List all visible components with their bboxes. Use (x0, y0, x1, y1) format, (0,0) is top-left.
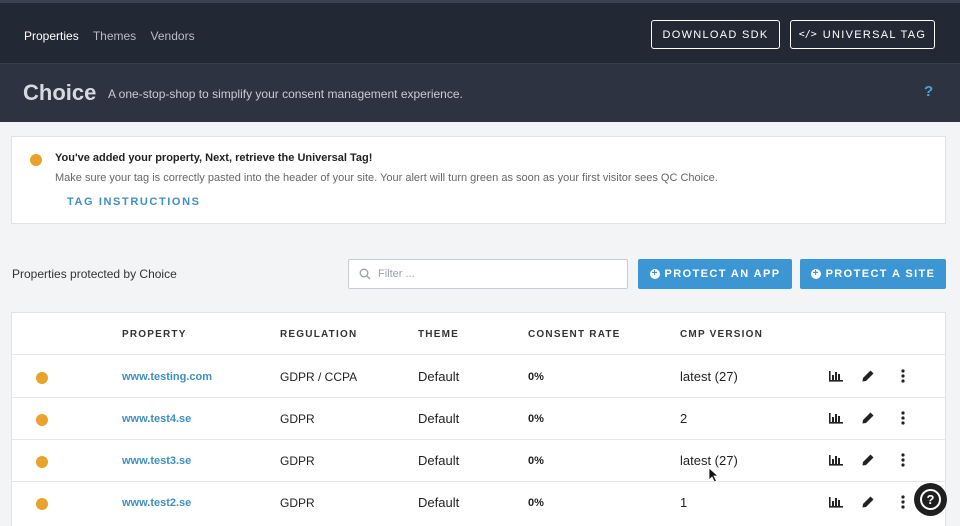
regulation-cell: GDPR (280, 454, 315, 468)
regulation-cell: GDPR (280, 496, 315, 510)
table-row: www.test3.se GDPR Default 0% latest (27) (12, 440, 945, 482)
alert-status-dot (30, 154, 42, 166)
table-row: www.testing.com GDPR / CCPA Default 0% l… (12, 356, 945, 398)
regulation-cell: GDPR / CCPA (280, 370, 358, 384)
main-nav: Properties Themes Vendors (24, 29, 206, 43)
question-icon: ? (920, 489, 941, 510)
cmp-version-cell: latest (27) (680, 369, 738, 384)
theme-cell: Default (418, 453, 460, 468)
filter-field[interactable] (348, 259, 628, 289)
help-chat-button[interactable]: ? (914, 483, 947, 516)
consent-rate-cell: 0% (528, 413, 544, 425)
protect-site-label: PROTECT A SITE (825, 268, 936, 280)
property-link[interactable]: www.test4.se (122, 413, 191, 425)
column-header-property[interactable]: PROPERTY (122, 329, 187, 340)
theme-cell: Default (418, 369, 460, 384)
plus-circle-icon: + (649, 269, 660, 279)
universal-tag-label: UNIVERSAL TAG (822, 28, 927, 41)
consent-rate-cell: 0% (528, 497, 544, 509)
nav-item-themes[interactable]: Themes (93, 29, 136, 43)
table-header: PROPERTY REGULATION THEME CONSENT RATE C… (12, 313, 945, 355)
theme-cell: Default (418, 495, 460, 510)
page-subtitle: A one-stop-shop to simplify your consent… (108, 87, 463, 101)
cmp-version-cell: 2 (680, 411, 688, 426)
pencil-icon[interactable] (861, 453, 875, 467)
alert-title: You've added your property, Next, retrie… (55, 152, 373, 164)
table-row: www.test4.se GDPR Default 0% 2 (12, 398, 945, 440)
setup-alert: You've added your property, Next, retrie… (11, 136, 946, 224)
bar-chart-icon[interactable] (828, 453, 844, 467)
bar-chart-icon[interactable] (828, 411, 844, 425)
status-dot (36, 414, 48, 426)
properties-table: PROPERTY REGULATION THEME CONSENT RATE C… (11, 312, 946, 526)
top-navbar: Properties Themes Vendors DOWNLOAD SDK <… (0, 0, 960, 63)
mouse-cursor-icon (708, 467, 719, 483)
kebab-menu-icon[interactable] (900, 453, 906, 467)
table-row: www.test2.se GDPR Default 0% 1 (12, 482, 945, 524)
cmp-version-cell: latest (27) (680, 453, 738, 468)
status-dot (36, 498, 48, 510)
tag-instructions-link[interactable]: TAG INSTRUCTIONS (67, 196, 201, 208)
plus-circle-icon: + (810, 269, 821, 279)
column-header-regulation[interactable]: REGULATION (280, 329, 357, 340)
page-header: Choice A one-stop-shop to simplify your … (0, 63, 960, 122)
cmp-version-cell: 1 (680, 495, 688, 510)
nav-item-vendors[interactable]: Vendors (151, 29, 195, 43)
status-dot (36, 372, 48, 384)
consent-rate-cell: 0% (528, 371, 544, 383)
status-dot (36, 456, 48, 468)
pencil-icon[interactable] (861, 369, 875, 383)
pencil-icon[interactable] (861, 495, 875, 509)
properties-section-label: Properties protected by Choice (12, 267, 177, 281)
code-icon: </> (798, 29, 817, 40)
protect-app-label: PROTECT AN APP (664, 268, 781, 280)
consent-rate-cell: 0% (528, 455, 544, 467)
kebab-menu-icon[interactable] (900, 495, 906, 509)
column-header-theme[interactable]: THEME (418, 329, 459, 340)
download-sdk-label: DOWNLOAD SDK (662, 28, 769, 41)
page-title: Choice (23, 80, 97, 105)
universal-tag-button[interactable]: </> UNIVERSAL TAG (790, 20, 935, 49)
column-header-cmp-version[interactable]: CMP VERSION (680, 329, 763, 340)
download-sdk-button[interactable]: DOWNLOAD SDK (651, 20, 780, 49)
bar-chart-icon[interactable] (828, 495, 844, 509)
pencil-icon[interactable] (861, 411, 875, 425)
protect-app-button[interactable]: + PROTECT AN APP (638, 259, 792, 289)
column-header-consent-rate[interactable]: CONSENT RATE (528, 329, 621, 340)
protect-site-button[interactable]: + PROTECT A SITE (800, 259, 946, 289)
search-icon (359, 268, 371, 280)
property-link[interactable]: www.test2.se (122, 497, 191, 509)
kebab-menu-icon[interactable] (900, 369, 906, 383)
bar-chart-icon[interactable] (828, 369, 844, 383)
kebab-menu-icon[interactable] (900, 411, 906, 425)
nav-item-properties[interactable]: Properties (24, 29, 79, 43)
property-link[interactable]: www.testing.com (122, 371, 212, 383)
regulation-cell: GDPR (280, 412, 315, 426)
filter-input[interactable] (378, 268, 608, 280)
theme-cell: Default (418, 411, 460, 426)
help-link[interactable]: ? (924, 83, 933, 100)
alert-body: Make sure your tag is correctly pasted i… (55, 172, 718, 184)
property-link[interactable]: www.test3.se (122, 455, 191, 467)
